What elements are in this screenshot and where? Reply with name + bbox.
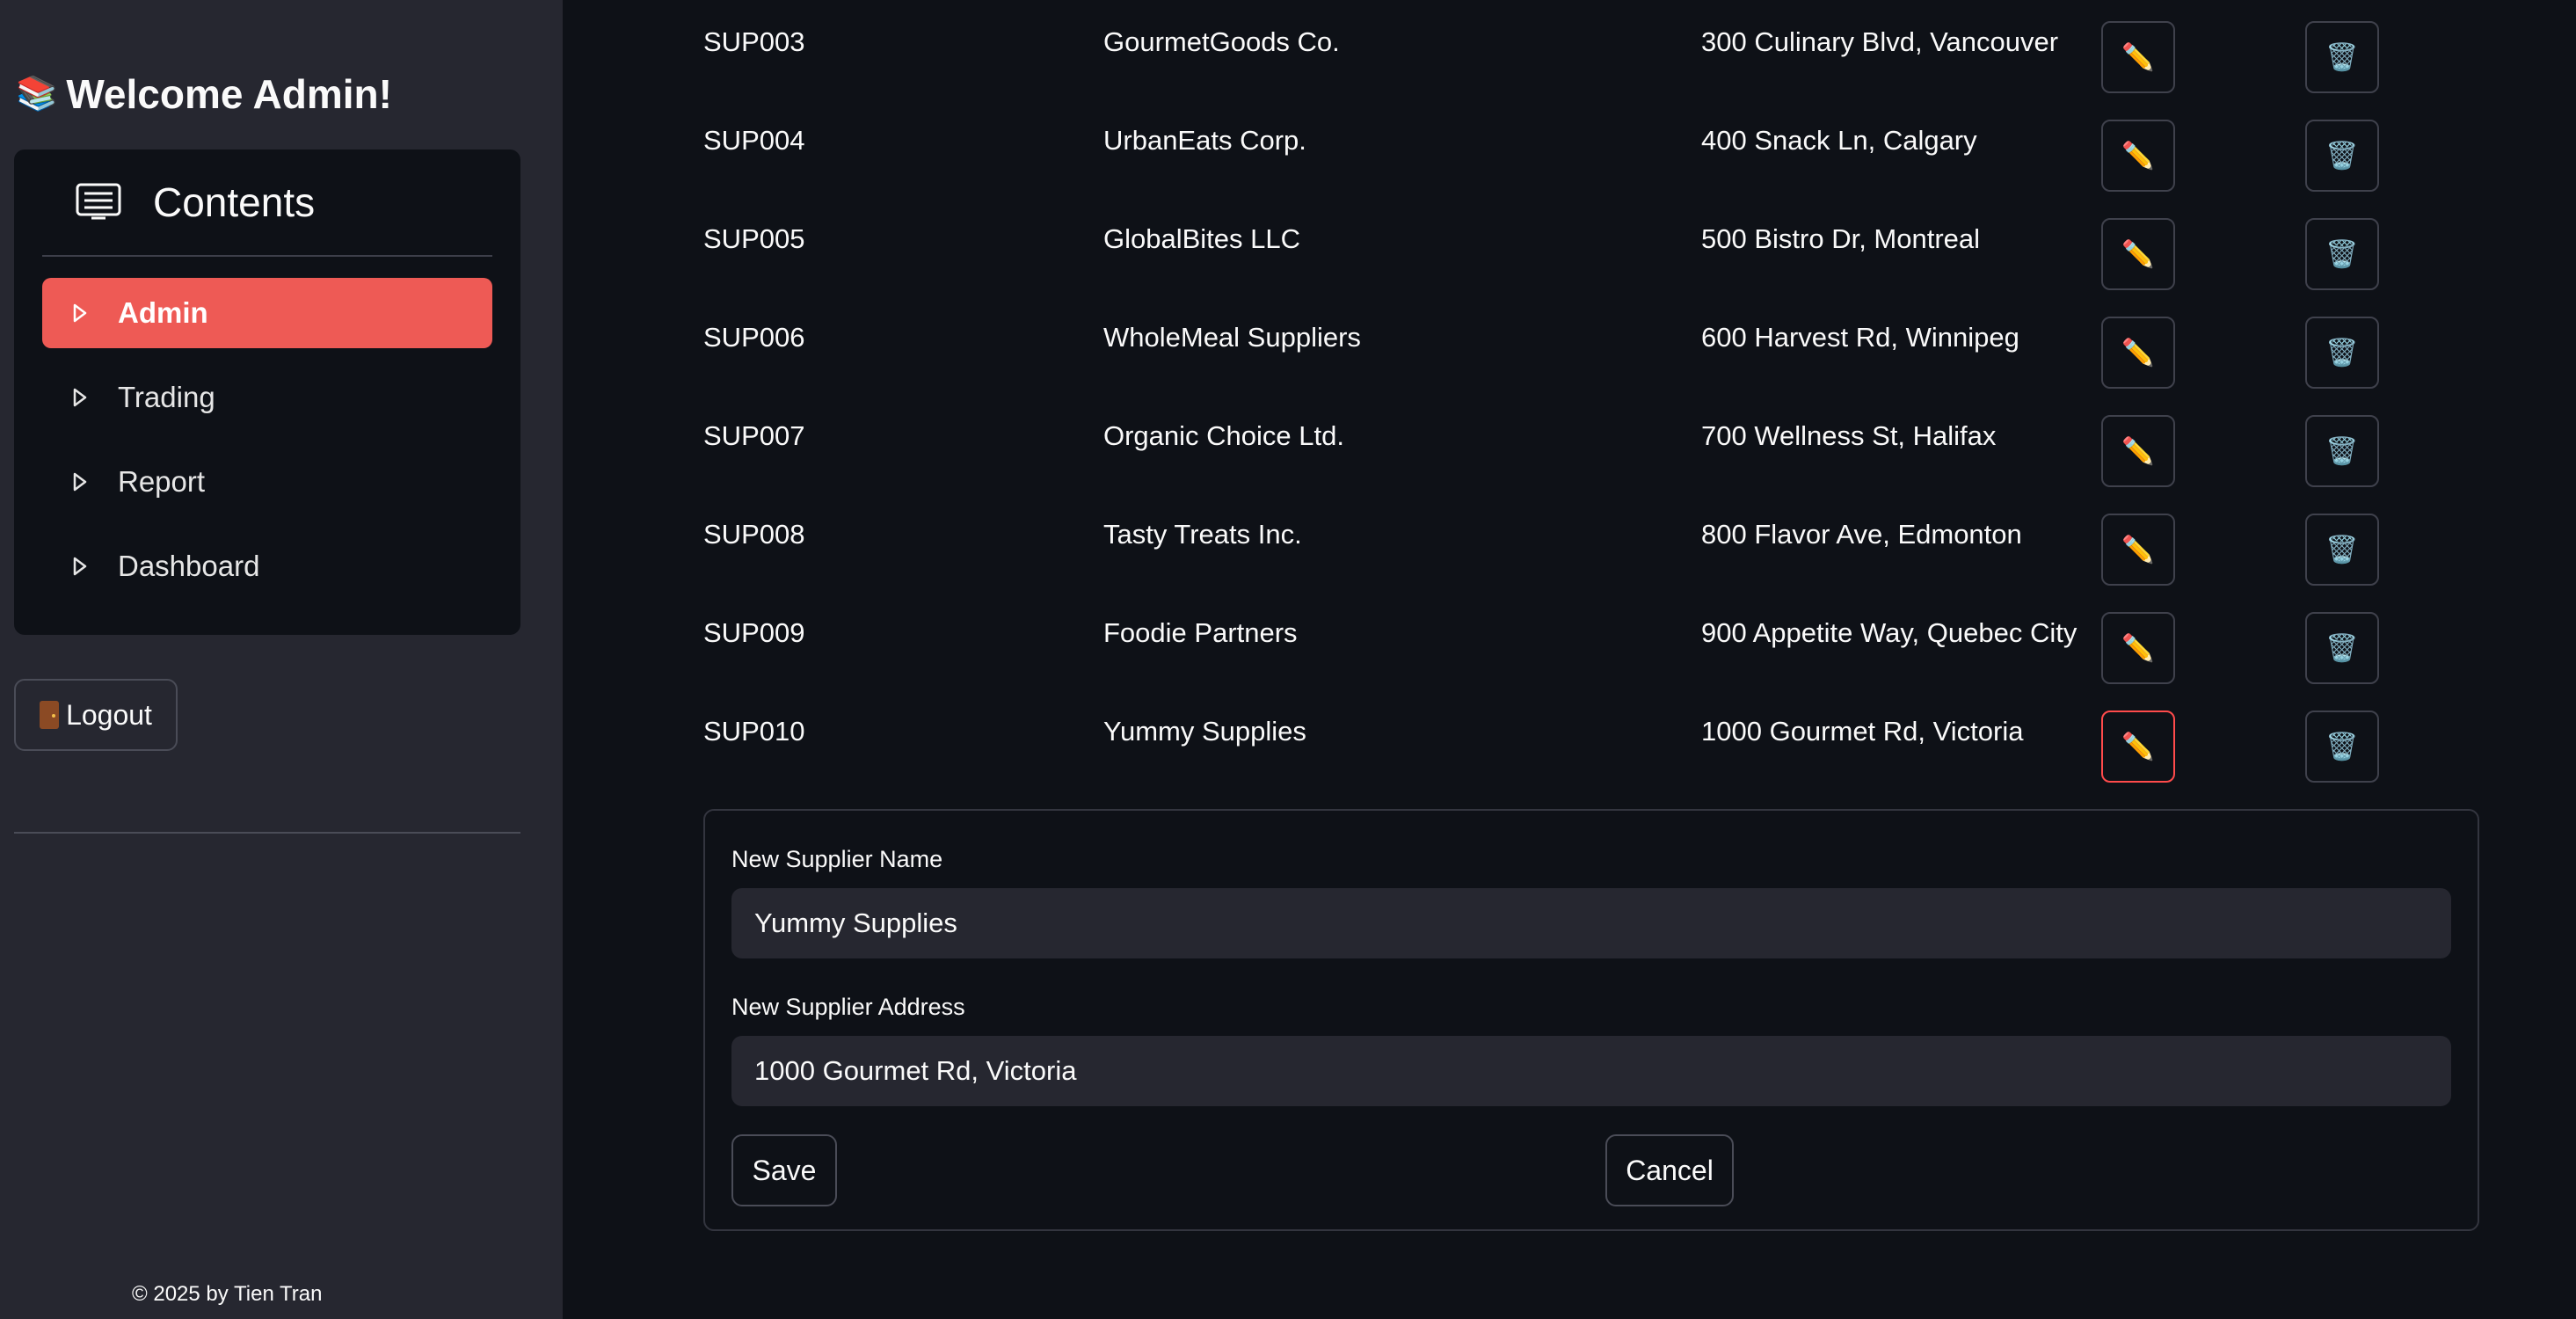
pencil-icon: ✏️ — [2121, 436, 2155, 466]
table-row: SUP008 Tasty Treats Inc. 800 Flavor Ave,… — [0, 492, 2576, 591]
supplier-address: 300 Culinary Blvd, Vancouver — [1701, 26, 2059, 57]
supplier-address: 700 Wellness St, Halifax — [1701, 420, 1997, 451]
supplier-id: SUP008 — [703, 519, 805, 550]
trash-icon: 🗑️ — [2325, 338, 2359, 368]
trash-icon: 🗑️ — [2325, 42, 2359, 72]
supplier-name: Tasty Treats Inc. — [1103, 519, 1302, 550]
supplier-name-label: New Supplier Name — [731, 846, 943, 872]
supplier-name: UrbanEats Corp. — [1103, 125, 1306, 156]
supplier-address: 800 Flavor Ave, Edmonton — [1701, 519, 2022, 550]
trash-icon: 🗑️ — [2325, 732, 2359, 762]
supplier-id: SUP004 — [703, 125, 805, 156]
table-row: SUP005 GlobalBites LLC 500 Bistro Dr, Mo… — [0, 197, 2576, 295]
trash-icon: 🗑️ — [2325, 141, 2359, 171]
supplier-address-input[interactable] — [731, 1036, 2451, 1106]
table-row: SUP004 UrbanEats Corp. 400 Snack Ln, Cal… — [0, 98, 2576, 197]
pencil-icon: ✏️ — [2121, 239, 2155, 269]
edit-button[interactable]: ✏️ — [2101, 218, 2175, 290]
cancel-button[interactable]: Cancel — [1605, 1134, 1734, 1206]
table-row: SUP010 Yummy Supplies 1000 Gourmet Rd, V… — [0, 689, 2576, 788]
delete-button[interactable]: 🗑️ — [2305, 218, 2379, 290]
delete-button[interactable]: 🗑️ — [2305, 317, 2379, 389]
supplier-id: SUP009 — [703, 617, 805, 648]
supplier-name: Yummy Supplies — [1103, 716, 1306, 747]
table-row: SUP003 GourmetGoods Co. 300 Culinary Blv… — [0, 0, 2576, 98]
edit-button[interactable]: ✏️ — [2101, 415, 2175, 487]
edit-button[interactable]: ✏️ — [2101, 120, 2175, 192]
supplier-name: Organic Choice Ltd. — [1103, 420, 1344, 451]
trash-icon: 🗑️ — [2325, 535, 2359, 565]
table-row: SUP009 Foodie Partners 900 Appetite Way,… — [0, 591, 2576, 689]
supplier-name: GourmetGoods Co. — [1103, 26, 1340, 57]
delete-button[interactable]: 🗑️ — [2305, 21, 2379, 93]
supplier-address: 400 Snack Ln, Calgary — [1701, 125, 1977, 156]
supplier-name: WholeMeal Suppliers — [1103, 322, 1361, 353]
pencil-icon: ✏️ — [2121, 535, 2155, 565]
delete-button[interactable]: 🗑️ — [2305, 415, 2379, 487]
sidebar-divider — [14, 832, 520, 834]
supplier-id: SUP007 — [703, 420, 805, 451]
pencil-icon: ✏️ — [2121, 42, 2155, 72]
delete-button[interactable]: 🗑️ — [2305, 612, 2379, 684]
supplier-id: SUP003 — [703, 26, 805, 57]
supplier-name: Foodie Partners — [1103, 617, 1298, 648]
trash-icon: 🗑️ — [2325, 436, 2359, 466]
edit-button[interactable]: ✏️ — [2101, 317, 2175, 389]
edit-supplier-form: New Supplier Name New Supplier Address S… — [703, 809, 2479, 1231]
save-button[interactable]: Save — [731, 1134, 837, 1206]
delete-button[interactable]: 🗑️ — [2305, 514, 2379, 586]
pencil-icon: ✏️ — [2121, 141, 2155, 171]
delete-button[interactable]: 🗑️ — [2305, 120, 2379, 192]
footer-copyright: © 2025 by Tien Tran — [132, 1282, 323, 1306]
supplier-address: 1000 Gourmet Rd, Victoria — [1701, 716, 2024, 747]
trash-icon: 🗑️ — [2325, 633, 2359, 663]
trash-icon: 🗑️ — [2325, 239, 2359, 269]
edit-button[interactable]: ✏️ — [2101, 21, 2175, 93]
edit-button[interactable]: ✏️ — [2101, 612, 2175, 684]
supplier-address: 600 Harvest Rd, Winnipeg — [1701, 322, 2019, 353]
table-row: SUP007 Organic Choice Ltd. 700 Wellness … — [0, 394, 2576, 492]
delete-button[interactable]: 🗑️ — [2305, 711, 2379, 783]
supplier-address: 500 Bistro Dr, Montreal — [1701, 223, 1981, 254]
supplier-id: SUP006 — [703, 322, 805, 353]
pencil-icon: ✏️ — [2121, 732, 2155, 762]
supplier-name-input[interactable] — [731, 888, 2451, 958]
supplier-id: SUP005 — [703, 223, 805, 254]
supplier-id: SUP010 — [703, 716, 805, 747]
pencil-icon: ✏️ — [2121, 633, 2155, 663]
table-row: SUP006 WholeMeal Suppliers 600 Harvest R… — [0, 295, 2576, 394]
edit-button[interactable]: ✏️ — [2101, 711, 2175, 783]
supplier-name: GlobalBites LLC — [1103, 223, 1301, 254]
supplier-address: 900 Appetite Way, Quebec City — [1701, 617, 2078, 648]
edit-button[interactable]: ✏️ — [2101, 514, 2175, 586]
supplier-address-label: New Supplier Address — [731, 994, 965, 1020]
pencil-icon: ✏️ — [2121, 338, 2155, 368]
